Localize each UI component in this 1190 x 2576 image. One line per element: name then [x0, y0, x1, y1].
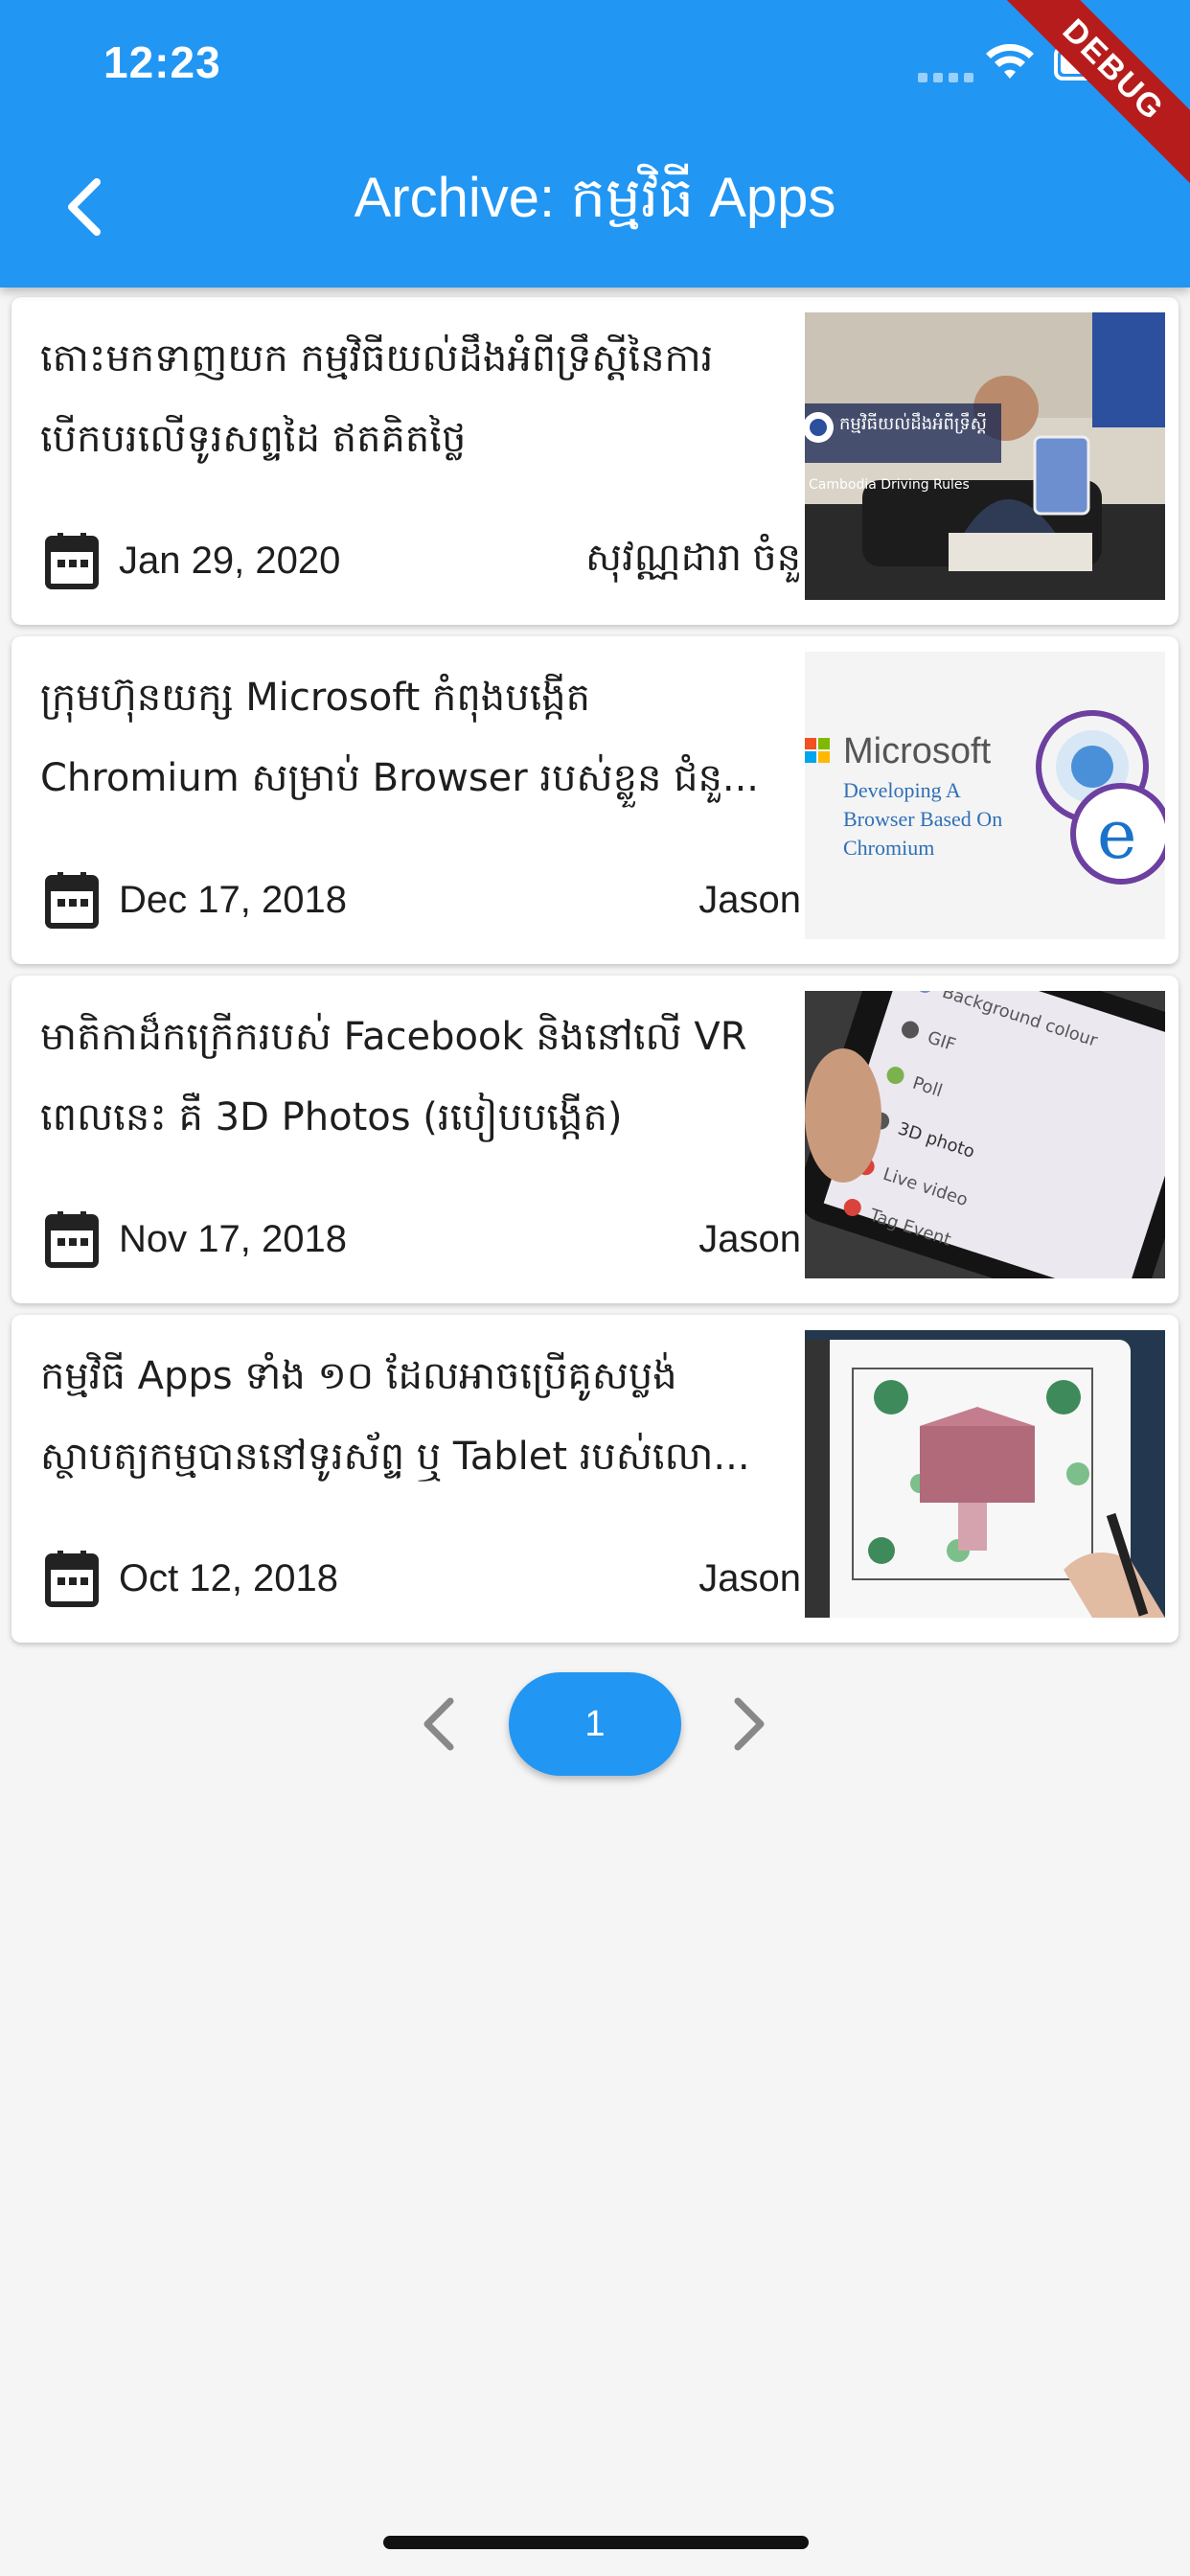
pagination: 1 [0, 1672, 1190, 1776]
post-title: តោះមកទាញយក កម្មវិធីយល់ដឹងអំពីទ្រឹស្តីនៃក… [40, 336, 714, 461]
post-author: Jason [698, 878, 801, 921]
post-title: មាតិកាដ៏កក្រើករបស់ Facebook និងនៅលើ VR ព… [40, 1015, 747, 1139]
thumbnail-text: Microsoft [843, 731, 992, 771]
post-thumbnail: កម្មវិធីយល់ដឹងអំពីទ្រឹស្តី Cambodia Driv… [805, 312, 1165, 600]
post-meta: Oct 12, 2018 Jason [44, 1545, 801, 1612]
thumbnail-subtext: Cambodia Driving Rules [809, 477, 970, 493]
post-date: Oct 12, 2018 [119, 1556, 339, 1599]
post-title: ក្រុមហ៊ុនយក្ស Microsoft កំពុងបង្កើត Chro… [40, 676, 760, 800]
app-bar: 12:23 DEBUG Archive: កម្មវិធី Apps [0, 0, 1190, 288]
post-list: តោះមកទាញយក កម្មវិធីយល់ដឹងអំពីទ្រឹស្តីនៃក… [11, 297, 1179, 1654]
calendar-icon [45, 1551, 99, 1607]
post-card[interactable]: មាតិកាដ៏កក្រើករបស់ Facebook និងនៅលើ VR ព… [11, 976, 1179, 1303]
thumbnail-subtext: Developing A Browser Based On Chromium [843, 778, 1003, 860]
post-title: កម្មវិធី Apps ទាំង ១០ ដែលអាចប្រើគូសប្លង់… [40, 1354, 750, 1479]
post-date: Dec 17, 2018 [119, 878, 347, 921]
signal-icon [918, 73, 973, 82]
post-author: សុវណ្ណដារា ចំនួ [585, 536, 801, 579]
chevron-left-icon[interactable] [410, 1693, 468, 1755]
post-thumbnail: Microsoft Developing A Browser Based On … [805, 652, 1165, 939]
wifi-icon [986, 44, 1034, 79]
calendar-icon [45, 533, 99, 589]
post-card[interactable]: តោះមកទាញយក កម្មវិធីយល់ដឹងអំពីទ្រឹស្តីនៃក… [11, 297, 1179, 625]
post-author: Jason [698, 1217, 801, 1260]
thumbnail-text: កម្មវិធីយល់ដឹងអំពីទ្រឹស្តី [839, 412, 987, 434]
calendar-icon [45, 1211, 99, 1268]
page-1-button[interactable]: 1 [509, 1672, 681, 1776]
status-time: 12:23 [103, 37, 221, 87]
home-indicator [383, 2536, 809, 2549]
chevron-right-icon[interactable] [721, 1693, 778, 1755]
calendar-icon [45, 872, 99, 929]
svg-text:e: e [1097, 795, 1136, 874]
post-meta: Jan 29, 2020 សុវណ្ណដារា ចំនួ [44, 527, 801, 594]
post-card[interactable]: ក្រុមហ៊ុនយក្ស Microsoft កំពុងបង្កើត Chro… [11, 636, 1179, 964]
post-card[interactable]: កម្មវិធី Apps ទាំង ១០ ដែលអាចប្រើគូសប្លង់… [11, 1315, 1179, 1643]
post-author: Jason [698, 1556, 801, 1599]
post-meta: Nov 17, 2018 Jason [44, 1206, 801, 1273]
post-meta: Dec 17, 2018 Jason [44, 866, 801, 933]
page-title: Archive: កម្មវិធី Apps [354, 167, 836, 229]
post-thumbnail [805, 1330, 1165, 1618]
post-thumbnail: Background colour GIF Poll 3D photo Live… [805, 991, 1165, 1278]
post-date: Jan 29, 2020 [119, 539, 341, 582]
post-date: Nov 17, 2018 [119, 1217, 347, 1260]
